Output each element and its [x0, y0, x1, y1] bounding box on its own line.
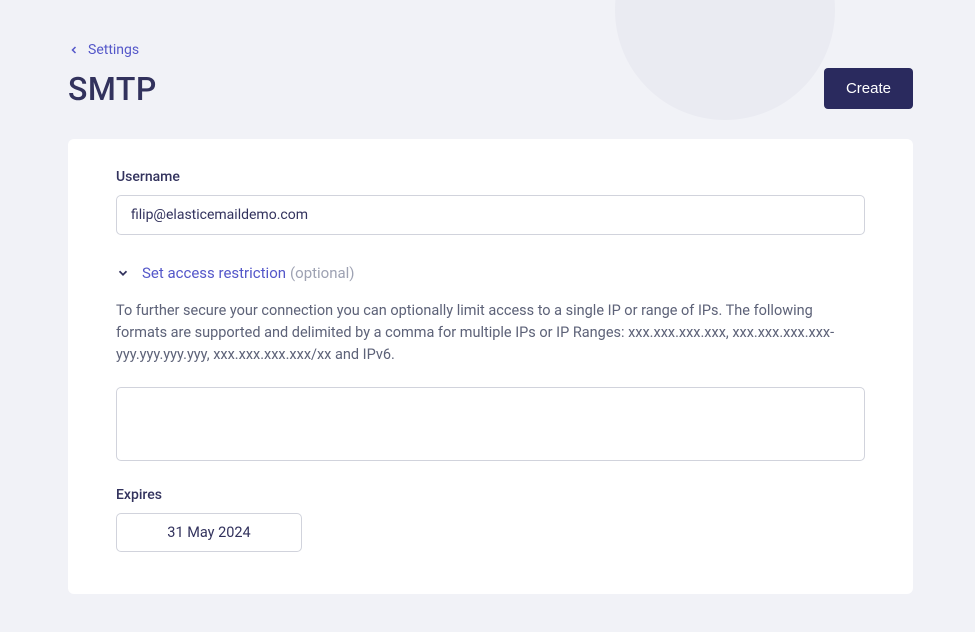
expires-field-group: Expires 31 May 2024 — [116, 487, 865, 552]
breadcrumb: Settings — [68, 42, 913, 58]
username-field-group: Username — [116, 169, 865, 235]
username-input[interactable] — [116, 195, 865, 235]
ip-restriction-input[interactable] — [116, 387, 865, 461]
chevron-left-icon[interactable] — [68, 44, 80, 56]
access-restriction-optional: (optional) — [290, 264, 355, 282]
username-label: Username — [116, 169, 865, 185]
access-restriction-label: Set access restriction — [142, 264, 286, 282]
access-restriction-description: To further secure your connection you ca… — [116, 300, 865, 365]
access-restriction-toggle[interactable]: Set access restriction (optional) — [116, 263, 865, 282]
expires-date-picker[interactable]: 31 May 2024 — [116, 513, 302, 552]
header-row: SMTP Create — [68, 68, 913, 109]
create-button[interactable]: Create — [824, 68, 913, 109]
expires-label: Expires — [116, 487, 865, 503]
page-title: SMTP — [68, 70, 157, 108]
breadcrumb-settings-link[interactable]: Settings — [88, 42, 139, 58]
chevron-down-icon — [116, 266, 130, 280]
form-card: Username Set access restriction (optiona… — [68, 139, 913, 594]
